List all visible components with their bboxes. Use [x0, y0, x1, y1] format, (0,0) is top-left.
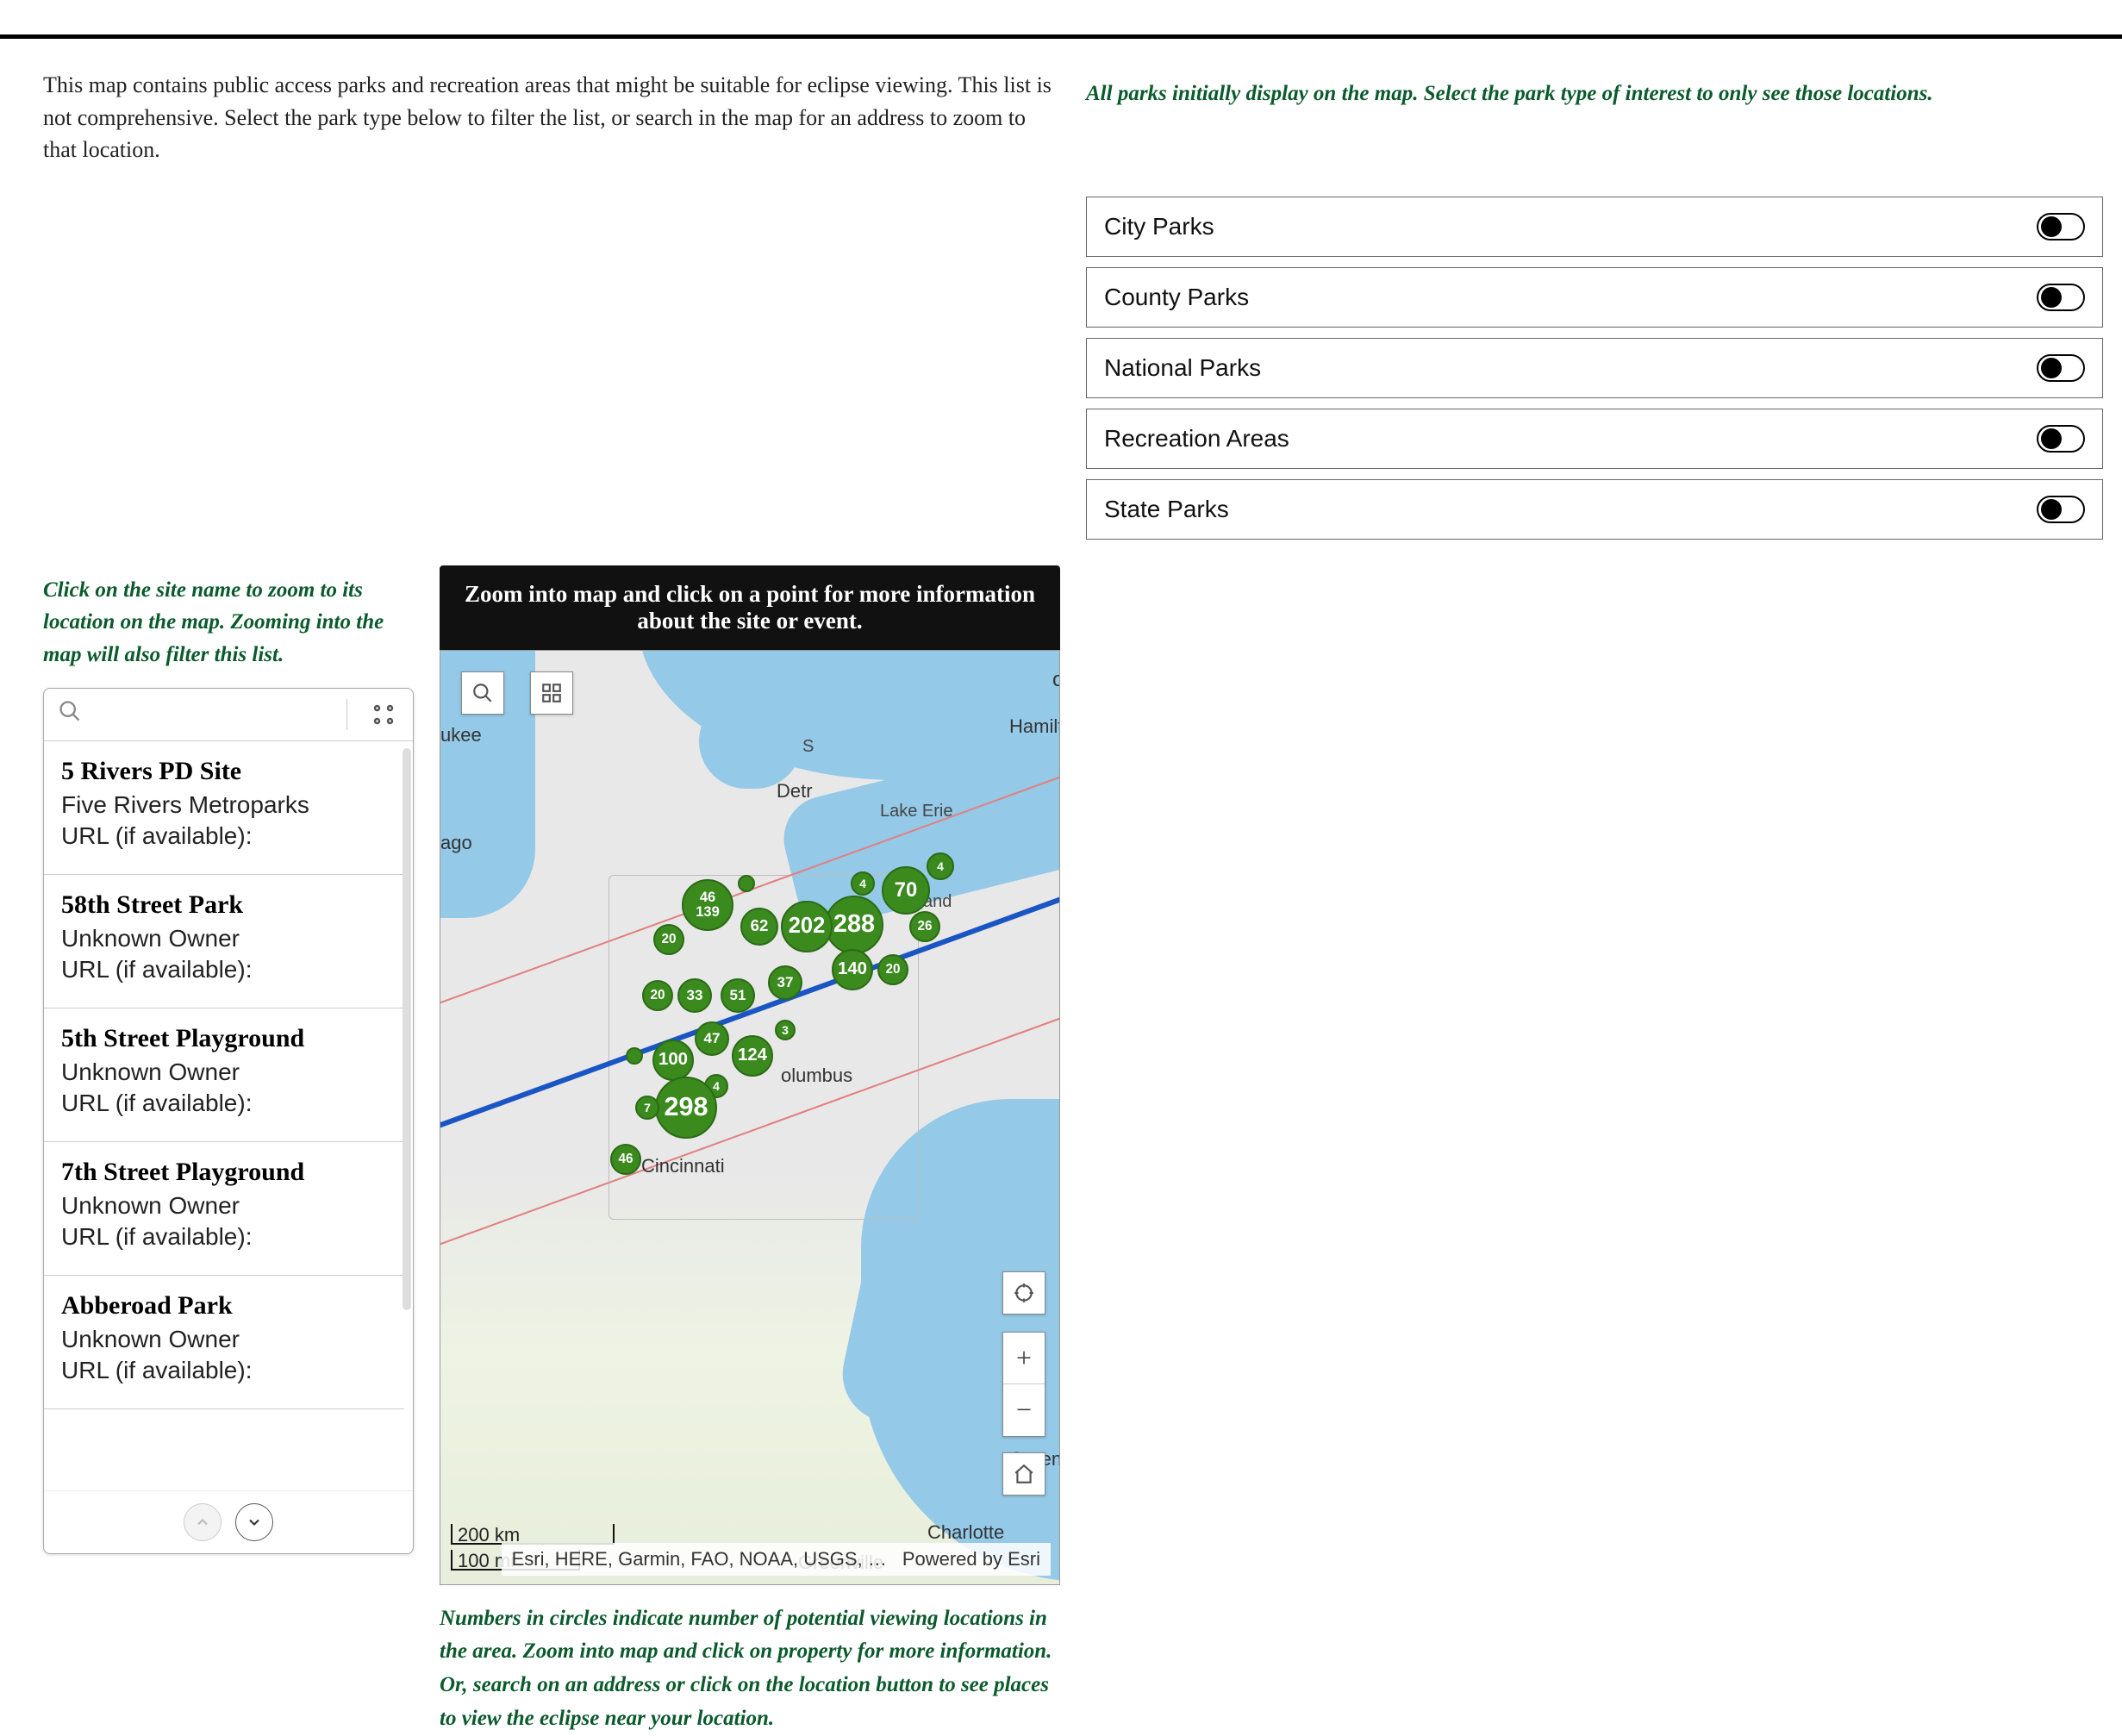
filter-toggle-state-parks[interactable]: State Parks	[1086, 479, 2103, 540]
map-banner: Zoom into map and click on a point for m…	[440, 565, 1060, 650]
map-footnote: Numbers in circles indicate number of po…	[440, 1602, 1060, 1736]
cluster-marker[interactable]: 70	[882, 866, 930, 915]
site-title: Abberoad Park	[61, 1291, 387, 1321]
search-icon	[58, 699, 82, 730]
cluster-marker[interactable]: 288	[825, 896, 883, 954]
cluster-marker[interactable]: 7	[635, 1096, 659, 1120]
cluster-marker[interactable]: 202	[781, 901, 833, 952]
map-place-label: Hamilton	[1009, 715, 1060, 738]
site-list-item[interactable]: Abberoad Park Unknown Owner URL (if availa…	[44, 1276, 404, 1409]
map-search-button[interactable]	[461, 671, 504, 715]
site-owner: Five Rivers Metroparks	[61, 791, 387, 819]
map-place-label: Detr	[777, 780, 813, 802]
cluster-marker[interactable]: 4	[851, 871, 875, 896]
zoom-out-button[interactable]: −	[1003, 1384, 1045, 1436]
locate-button[interactable]	[1002, 1271, 1045, 1314]
home-extent-button[interactable]	[1002, 1452, 1045, 1496]
map-place-label: Cincinnati	[641, 1155, 725, 1177]
map-place-label: olumbus	[781, 1065, 852, 1087]
map-viewport[interactable]: oronto Hamilton ukee Detr Lake Erie ago olumbu…	[440, 650, 1060, 1585]
map-place-label: Lake Erie	[880, 802, 953, 821]
left-hint-text: All parks initially display on the map. …	[1086, 78, 2103, 110]
cluster-marker[interactable]: 62	[740, 908, 778, 946]
filter-toggle-recreation-areas[interactable]: Recreation Areas	[1086, 409, 2103, 469]
site-url-label: URL (if available):	[61, 956, 387, 984]
site-list-item[interactable]: 58th Street Park Unknown Owner URL (if ava…	[44, 875, 404, 1009]
lake-stclair	[699, 694, 802, 789]
site-title: 7th Street Playground	[61, 1158, 387, 1187]
filter-label: State Parks	[1104, 496, 1229, 523]
toggle-switch[interactable]	[2037, 496, 2085, 523]
site-url-label: URL (if available):	[61, 1090, 387, 1117]
list-search[interactable]	[58, 699, 326, 730]
map-place-label: ago	[440, 832, 472, 854]
cluster-marker[interactable]: 46139	[682, 879, 733, 931]
zoom-in-button[interactable]: +	[1003, 1333, 1045, 1384]
site-title: 5 Rivers PD Site	[61, 757, 387, 786]
site-list-item[interactable]: 7th Street Playground Unknown Owner URL (i…	[44, 1142, 404, 1276]
cluster-marker[interactable]: 4	[927, 852, 954, 880]
map-place-label: oronto	[1052, 668, 1060, 692]
cluster-marker[interactable]	[738, 875, 755, 892]
cluster-marker[interactable]: 46	[610, 1144, 641, 1175]
site-list-panel: 5 Rivers PD Site Five Rivers Metroparks UR…	[43, 688, 414, 1554]
cluster-marker[interactable]: 124	[732, 1035, 773, 1077]
site-list-item[interactable]: 5 Rivers PD Site Five Rivers Metroparks UR…	[44, 741, 404, 875]
filter-list: City Parks County Parks National Parks Recr…	[1086, 197, 2103, 540]
site-owner: Unknown Owner	[61, 1192, 387, 1220]
map-legend-button[interactable]	[530, 671, 573, 715]
toggle-switch[interactable]	[2037, 284, 2085, 311]
zoom-controls: + −	[1002, 1332, 1045, 1437]
cluster-marker[interactable]: 3	[775, 1020, 796, 1040]
scrollbar[interactable]	[403, 748, 411, 1310]
middle-hint-text: Click on the site name to zoom to its lo…	[43, 574, 414, 671]
map-attribution: Esri, HERE, Garmin, FAO, NOAA, USGS, … P…	[502, 1543, 1051, 1576]
cluster-marker[interactable]: 33	[677, 978, 712, 1013]
site-url-label: URL (if available):	[61, 822, 387, 850]
sort-button[interactable]	[368, 699, 399, 730]
attribution-text: Esri, HERE, Garmin, FAO, NOAA, USGS, …	[512, 1548, 887, 1571]
map-place-label: S	[802, 737, 814, 757]
cluster-marker[interactable]: 298	[655, 1077, 717, 1139]
cluster-marker[interactable]	[626, 1047, 643, 1065]
site-list-body: 5 Rivers PD Site Five Rivers Metroparks UR…	[44, 741, 413, 1490]
filter-toggle-national-parks[interactable]: National Parks	[1086, 338, 2103, 398]
cluster-marker[interactable]: 140	[832, 949, 873, 990]
toggle-switch[interactable]	[2037, 354, 2085, 382]
filter-label: City Parks	[1104, 213, 1214, 240]
site-owner: Unknown Owner	[61, 925, 387, 952]
filter-toggle-city-parks[interactable]: City Parks	[1086, 197, 2103, 257]
filter-toggle-county-parks[interactable]: County Parks	[1086, 267, 2103, 328]
filter-label: County Parks	[1104, 284, 1249, 311]
horizontal-rule	[0, 34, 2122, 39]
site-title: 58th Street Park	[61, 890, 387, 920]
cluster-marker[interactable]: 100	[652, 1040, 694, 1081]
filter-label: Recreation Areas	[1104, 425, 1289, 453]
toggle-switch[interactable]	[2037, 213, 2085, 240]
site-list-item[interactable]: 5th Street Playground Unknown Owner URL (i…	[44, 1009, 404, 1142]
next-page-button[interactable]	[235, 1503, 273, 1541]
cluster-marker[interactable]: 51	[721, 978, 755, 1013]
cluster-marker[interactable]: 20	[653, 924, 684, 955]
map-place-label: Charlotte	[927, 1521, 1004, 1544]
divider	[346, 699, 347, 730]
cluster-marker[interactable]: 47	[695, 1021, 729, 1056]
site-title: 5th Street Playground	[61, 1024, 387, 1053]
cluster-marker[interactable]: 37	[768, 965, 802, 1000]
site-owner: Unknown Owner	[61, 1058, 387, 1086]
prev-page-button[interactable]	[184, 1503, 222, 1541]
cluster-marker[interactable]: 26	[909, 911, 940, 942]
powered-by-text: Powered by Esri	[902, 1548, 1040, 1571]
site-url-label: URL (if available):	[61, 1357, 387, 1384]
site-url-label: URL (if available):	[61, 1223, 387, 1251]
cluster-marker[interactable]: 20	[642, 980, 673, 1011]
toggle-switch[interactable]	[2037, 425, 2085, 453]
site-owner: Unknown Owner	[61, 1326, 387, 1353]
filter-label: National Parks	[1104, 354, 1261, 382]
cluster-marker[interactable]: 20	[877, 954, 908, 985]
map-place-label: ukee	[440, 724, 482, 746]
intro-text: This map contains public access parks an…	[43, 69, 1060, 505]
